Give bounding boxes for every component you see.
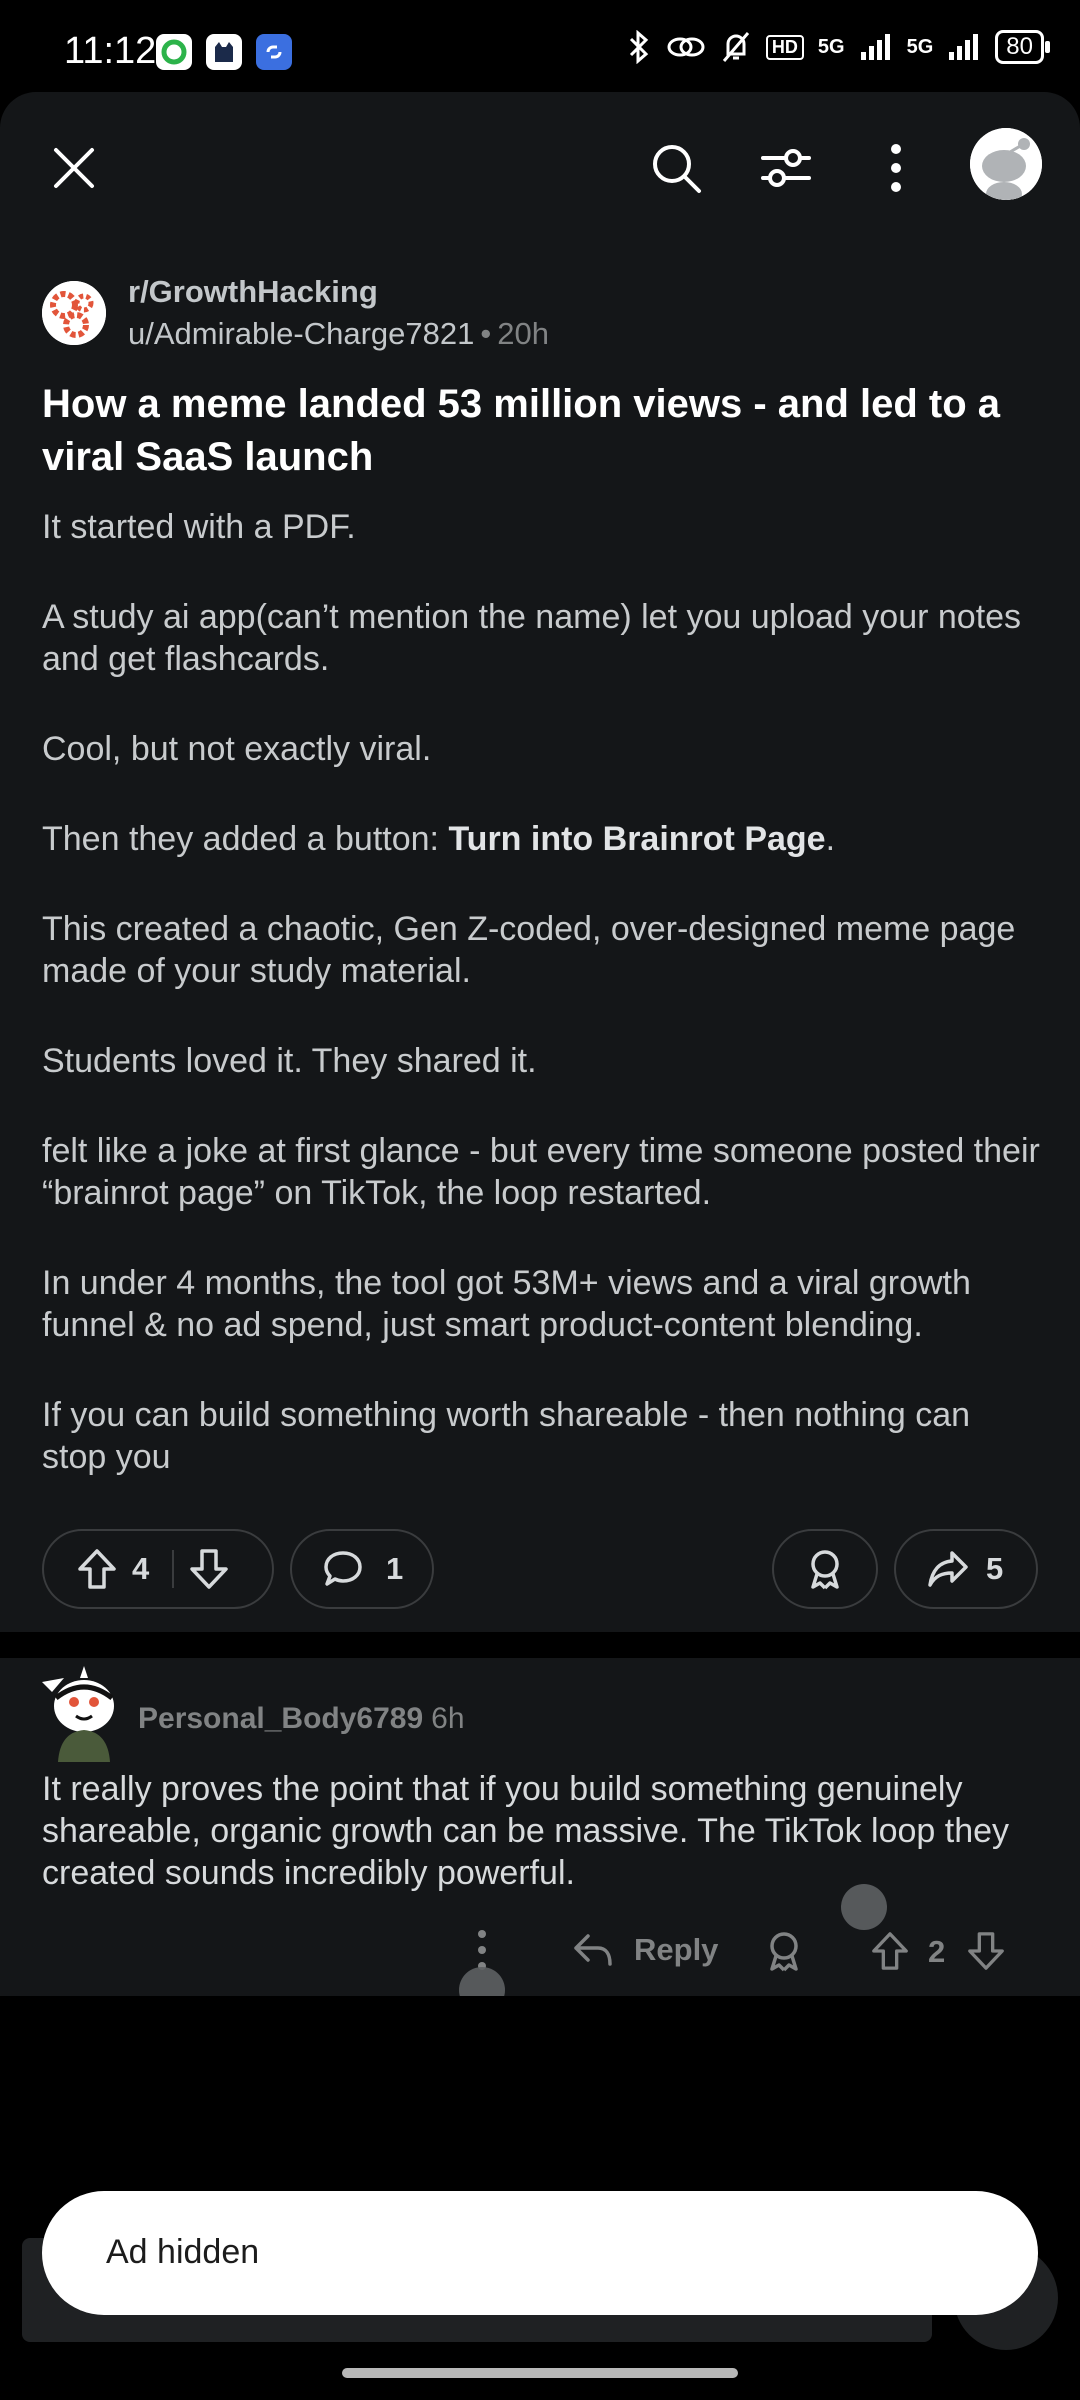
cat-app-icon [206,34,242,70]
post-paragraph: felt like a joke at first glance - but e… [42,1132,1040,1212]
post-header: r/GrowthHacking u/Admirable-Charge7821 • 2… [42,274,1042,352]
share-button[interactable]: 5 [894,1529,1038,1609]
snoo-avatar-icon [42,1666,114,1762]
text-span: . [825,820,836,858]
share-count: 5 [986,1551,1004,1586]
sort-filter-button[interactable] [750,132,822,204]
comment-actions: Reply 2 [0,1928,1080,1988]
post-title: How a meme landed 53 million views - and… [42,382,1001,479]
search-icon [653,145,701,193]
award-icon [811,1550,839,1590]
status-time: 11:12 [64,30,157,72]
downvote-icon [190,1549,228,1589]
bluetooth-icon [629,30,649,64]
award-button[interactable] [772,1529,878,1609]
signal-icon-2 [949,34,979,60]
comment-header: Personal_Body6789 6h [138,1702,465,1736]
comment-award-button[interactable] [764,1930,804,1972]
post-paragraph: It started with a PDF. [42,508,356,546]
comment-bubble-icon [324,1551,362,1586]
post-meta: u/Admirable-Charge7821 • 20h [128,316,549,351]
gears-icon [42,281,106,345]
close-icon [54,148,94,188]
award-icon [770,1932,798,1972]
post-author[interactable]: u/Admirable-Charge7821 [128,316,474,351]
post: r/GrowthHacking u/Admirable-Charge7821 • 2… [42,274,1042,1478]
comment-vote-count: 2 [928,1934,946,1969]
toast: Ad hidden [42,2191,1038,2315]
subreddit-avatar[interactable] [42,281,106,345]
post-body: It started with a PDF. A study ai app(ca… [42,506,1042,1478]
subreddit-name[interactable]: r/GrowthHacking [128,274,549,310]
post-paragraph: In under 4 months, the tool got 53M+ vie… [42,1264,971,1344]
toast-message: Ad hidden [106,2233,260,2271]
section-divider [0,1632,1080,1658]
more-options-button[interactable] [860,132,932,204]
post-action-bar: 4 1 5 [42,1529,1038,1613]
reply-button[interactable]: Reply [572,1932,718,1968]
upvote-button[interactable] [62,1547,132,1591]
post-paragraph: If you can build something worth shareab… [42,1396,971,1476]
link-app-icon [256,34,292,70]
downvote-button[interactable] [174,1547,244,1591]
comment-body: It really proves the point that if you b… [42,1770,1010,1892]
vote-count: 4 [132,1551,150,1586]
post-sheet: r/GrowthHacking u/Admirable-Charge7821 • 2… [0,92,1080,1632]
filter-icon [761,149,811,187]
network-5g-1: 5G [817,35,845,58]
comment-upvote-button[interactable] [870,1930,910,1972]
hd-voice-badge: HD [765,34,804,60]
downvote-icon [968,1932,1004,1970]
comment-count: 1 [386,1551,404,1586]
more-vertical-icon [891,144,901,192]
post-paragraph: Then they added a button: Turn into Brai… [42,818,1042,860]
reply-label: Reply [634,1932,719,1967]
upvote-icon [78,1549,116,1589]
upvote-icon [872,1932,908,1970]
home-indicator[interactable] [342,2368,738,2378]
comments-button[interactable]: 1 [290,1529,434,1609]
signal-icon [860,34,890,60]
status-app-icons [156,34,292,70]
post-paragraph: Students loved it. They shared it. [42,1042,537,1080]
comment-downvote-button[interactable] [966,1930,1006,1972]
bold-text: Turn into Brainrot Page [448,820,826,858]
share-icon [928,1551,968,1587]
network-5g-2: 5G [906,35,934,58]
more-vertical-icon [478,1930,486,1970]
comment-age: 6h [431,1702,465,1735]
app-notification-icon [156,34,192,70]
vote-pill: 4 [42,1529,274,1609]
post-paragraph: This created a chaotic, Gen Z-coded, ove… [42,910,1016,990]
post-age: 20h [497,316,549,351]
status-indicators: HD 5G 5G 80 [626,30,1050,64]
reply-arrow-icon [574,1934,612,1966]
text-span: Then they added a button: [42,820,449,858]
status-bar: 11:12 HD 5G 5G 80 [0,0,1080,92]
post-paragraph: Cool, but not exactly viral. [42,730,432,768]
commenter-avatar[interactable] [34,1662,128,1762]
close-button[interactable] [38,132,110,204]
comment-author[interactable]: Personal_Body6789 [138,1702,423,1735]
link-icon [667,37,705,57]
battery-indicator: 80 [995,30,1050,64]
touch-indicator [841,1884,887,1930]
top-toolbar [0,92,1080,242]
snoo-avatar-icon [970,128,1042,200]
search-button[interactable] [640,132,712,204]
comment: Personal_Body6789 6h It really proves the… [0,1658,1080,1996]
user-avatar-button[interactable] [970,128,1042,200]
bell-off-icon [722,32,750,62]
post-paragraph: A study ai app(can’t mention the name) l… [42,598,1022,678]
comment-more-button[interactable] [472,1928,492,1972]
